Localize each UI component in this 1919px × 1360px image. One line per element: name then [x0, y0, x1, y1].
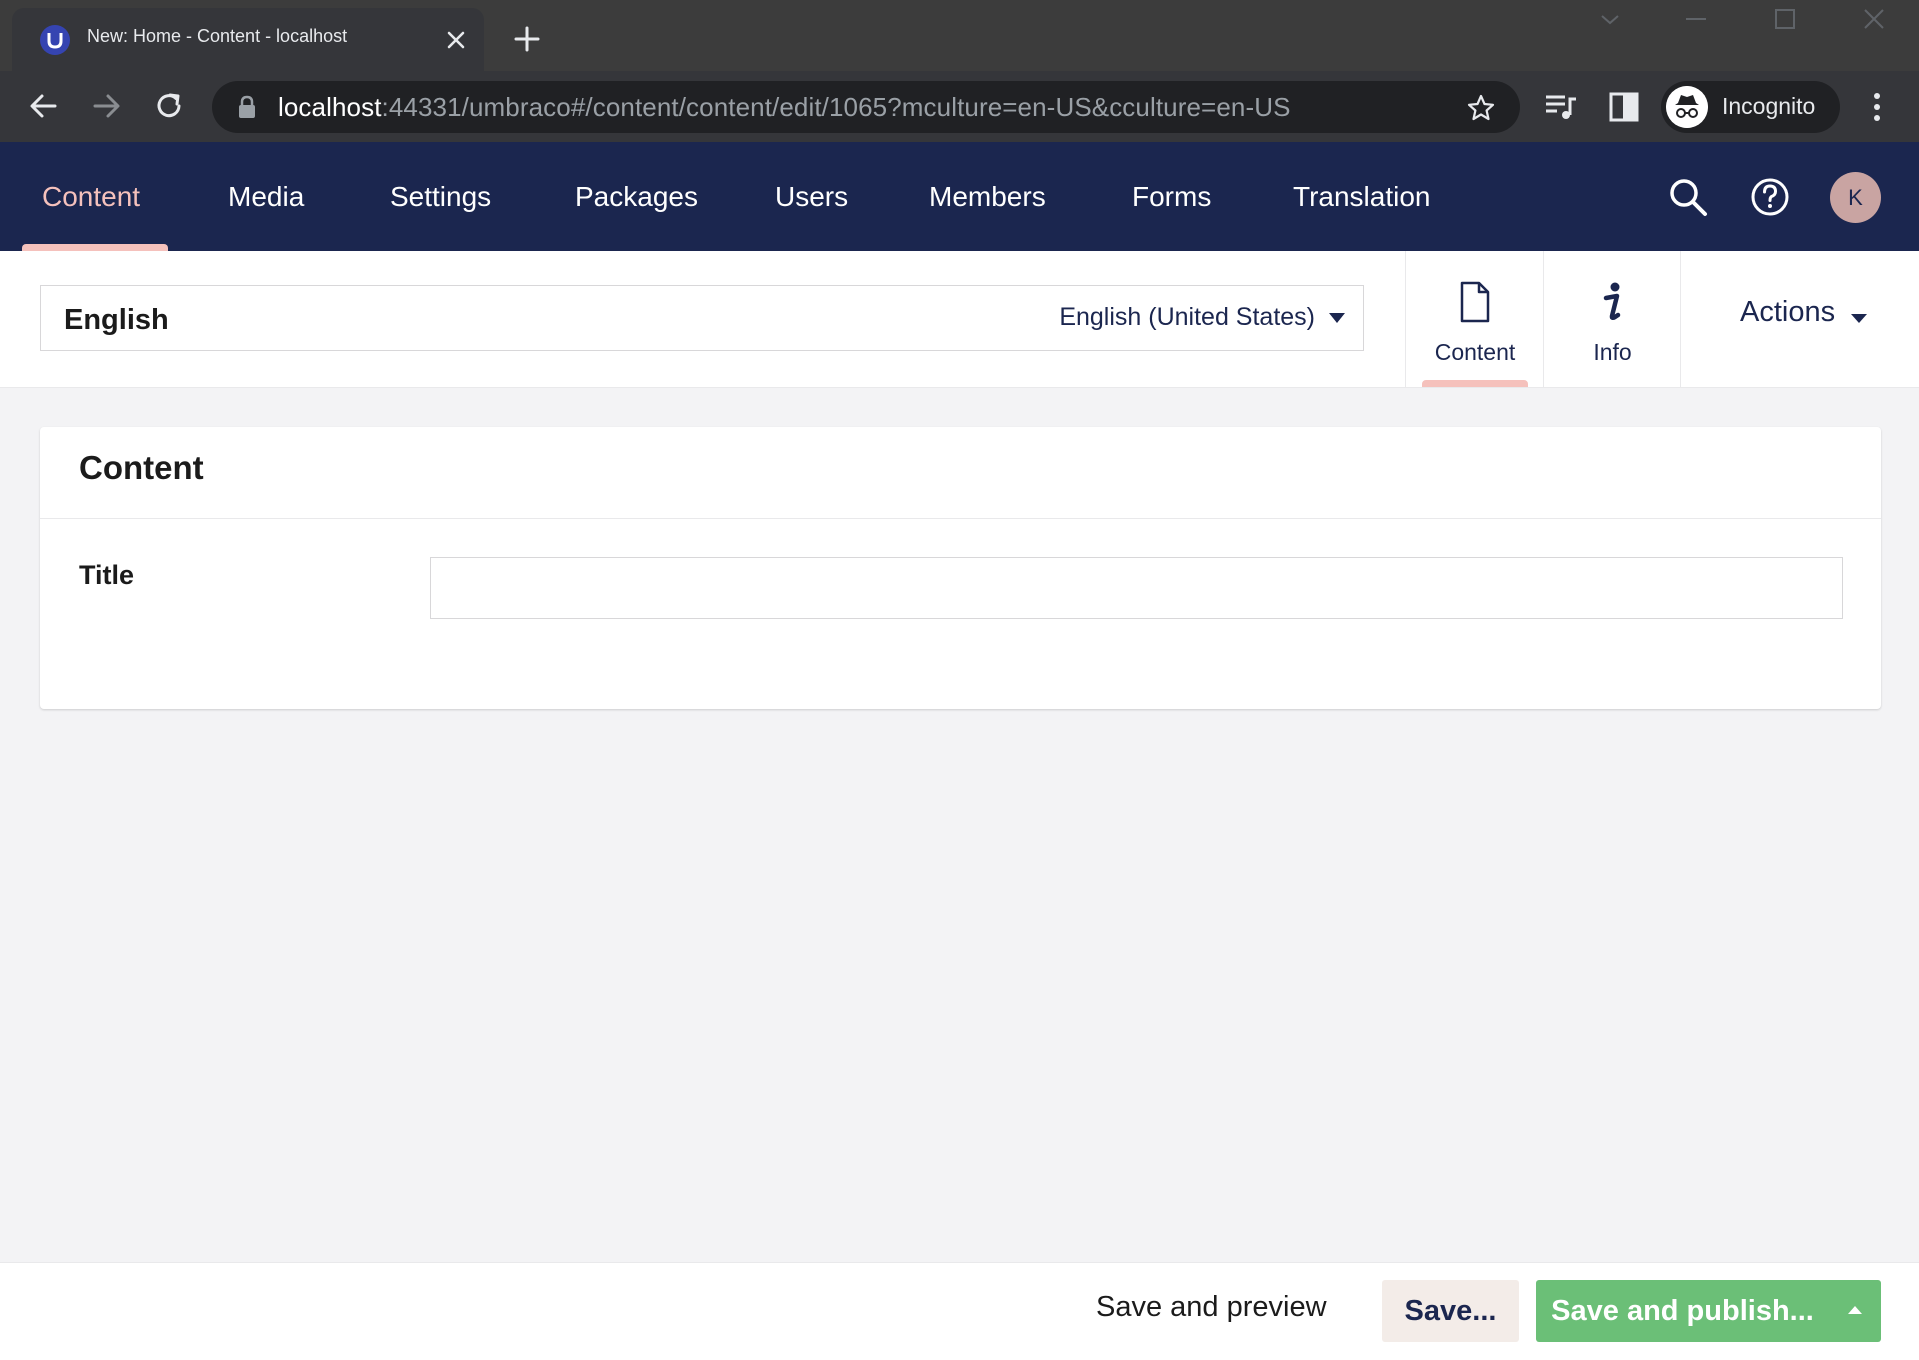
section-settings[interactable]: Settings	[390, 142, 491, 251]
save-and-publish-button[interactable]: Save and publish...	[1536, 1280, 1829, 1342]
close-tab-icon[interactable]	[440, 24, 472, 56]
editor-footer: Save and preview Save... Save and publis…	[0, 1262, 1919, 1360]
caret-up-icon	[1848, 1306, 1862, 1314]
title-input[interactable]	[430, 557, 1843, 619]
panel-title: Content	[79, 449, 204, 486]
umbraco-favicon-icon	[40, 25, 70, 55]
section-forms[interactable]: Forms	[1132, 142, 1211, 251]
caret-down-icon	[1329, 313, 1345, 324]
app-tab-content[interactable]: Content	[1405, 251, 1544, 387]
active-section-indicator	[22, 244, 168, 251]
app-tab-content-label: Content	[1434, 339, 1516, 365]
tab-search-chevron-icon[interactable]	[1590, 6, 1630, 34]
browser-tab-strip: New: Home - Content - localhost	[0, 0, 1919, 71]
title-property-label: Title	[79, 560, 135, 590]
content-name-value: English	[64, 304, 169, 336]
actions-menu-button[interactable]: Actions	[1680, 251, 1919, 387]
browser-toolbar: localhost:44331/umbraco#/content/content…	[0, 71, 1919, 142]
section-media[interactable]: Media	[228, 142, 304, 251]
help-icon[interactable]	[1749, 176, 1791, 218]
document-icon	[1460, 281, 1490, 323]
content-group-panel: Content Title	[40, 427, 1881, 709]
active-app-indicator	[1422, 380, 1528, 387]
browser-tab[interactable]: New: Home - Content - localhost	[12, 8, 484, 71]
save-and-preview-button[interactable]: Save and preview	[1096, 1291, 1327, 1324]
close-window-icon[interactable]	[1854, 6, 1894, 34]
incognito-profile-button[interactable]: Incognito	[1661, 81, 1840, 133]
section-content[interactable]: Content	[42, 142, 140, 251]
culture-label: English (United States)	[1059, 303, 1315, 331]
section-users[interactable]: Users	[775, 142, 848, 251]
app-header: Content Media Settings Packages Users Me…	[0, 142, 1919, 251]
search-icon[interactable]	[1667, 176, 1709, 218]
save-button[interactable]: Save...	[1382, 1280, 1519, 1342]
section-members[interactable]: Members	[929, 142, 1046, 251]
incognito-label: Incognito	[1722, 93, 1816, 119]
url-text: localhost:44331/umbraco#/content/content…	[278, 92, 1291, 122]
reload-icon[interactable]	[148, 85, 190, 127]
address-bar[interactable]: localhost:44331/umbraco#/content/content…	[212, 81, 1520, 133]
maximize-window-icon[interactable]	[1765, 6, 1805, 34]
new-tab-icon[interactable]	[510, 22, 544, 56]
browser-tab-title: New: Home - Content - localhost	[87, 26, 348, 46]
publish-options-button[interactable]	[1829, 1280, 1881, 1342]
actions-label: Actions	[1740, 296, 1836, 328]
caret-down-icon	[1851, 314, 1867, 323]
app-tab-info-label: Info	[1593, 339, 1632, 365]
lock-icon[interactable]	[236, 95, 258, 119]
content-name-field[interactable]: English English (United States)	[40, 285, 1364, 351]
panel-divider	[40, 518, 1881, 519]
minimize-window-icon[interactable]	[1676, 6, 1716, 34]
browser-menu-icon[interactable]	[1860, 87, 1894, 127]
section-translation[interactable]: Translation	[1293, 142, 1430, 251]
back-arrow-icon[interactable]	[23, 85, 65, 127]
user-avatar[interactable]: K	[1830, 172, 1881, 223]
media-queue-icon[interactable]	[1543, 89, 1579, 125]
editor-header: English English (United States) Content …	[0, 251, 1919, 388]
info-icon	[1603, 282, 1620, 321]
section-packages[interactable]: Packages	[575, 142, 698, 251]
bookmark-star-icon[interactable]	[1466, 93, 1496, 123]
incognito-icon	[1666, 86, 1708, 128]
app-tab-info[interactable]: Info	[1543, 251, 1681, 387]
forward-arrow-icon[interactable]	[85, 85, 127, 127]
side-panel-icon[interactable]	[1606, 89, 1642, 125]
culture-dropdown[interactable]: English (United States)	[1059, 303, 1345, 332]
